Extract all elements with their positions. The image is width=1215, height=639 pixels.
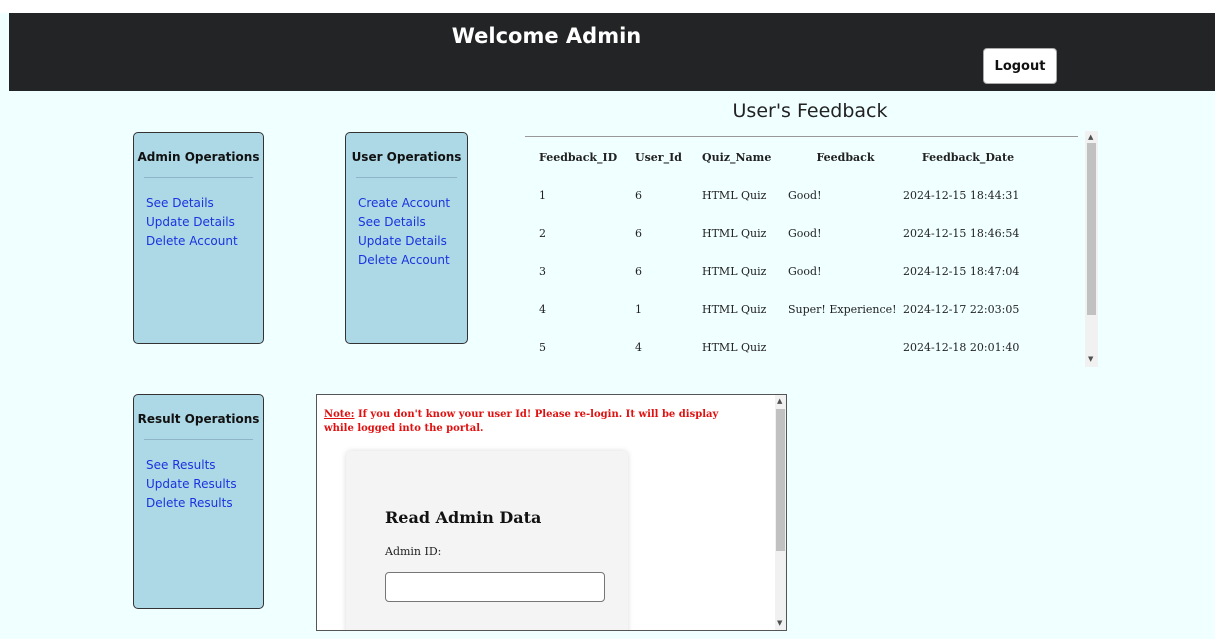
header-bar: Welcome Admin Logout	[9, 13, 1215, 91]
cell-feedback-id: 4	[539, 302, 546, 316]
cell-feedback: Good!	[788, 264, 822, 278]
scroll-down-arrow-icon[interactable]: ▼	[777, 620, 782, 627]
divider	[144, 177, 253, 178]
admin-see-details-link[interactable]: See Details	[134, 194, 263, 213]
cell-feedback-date: 2024-12-17 22:03:05	[903, 302, 1020, 316]
scroll-up-arrow-icon[interactable]: ▲	[1088, 134, 1093, 141]
note-label: Note:	[324, 409, 355, 420]
feedback-table: Feedback_ID User_Id Quiz_Name Feedback F…	[525, 138, 1033, 366]
col-feedback: Feedback	[816, 150, 875, 164]
admin-delete-account-link[interactable]: Delete Account	[134, 232, 263, 251]
admin-id-label: Admin ID:	[385, 545, 442, 558]
admin-operations-title: Admin Operations	[137, 150, 260, 164]
cell-feedback: Good!	[788, 188, 822, 202]
read-admin-card: Read Admin Data Admin ID:	[346, 451, 628, 630]
cell-feedback-id: 5	[539, 340, 546, 354]
delete-results-link[interactable]: Delete Results	[134, 494, 263, 513]
table-header-row: Feedback_ID User_Id Quiz_Name Feedback F…	[525, 138, 1033, 176]
result-operations-title: Result Operations	[137, 412, 260, 426]
top-strip	[0, 0, 1215, 13]
col-user-id: User_Id	[635, 150, 682, 164]
form-title: Read Admin Data	[385, 508, 542, 527]
admin-operations-panel: Admin Operations See Details Update Deta…	[133, 132, 264, 344]
see-results-link[interactable]: See Results	[134, 456, 263, 475]
scrollbar-thumb[interactable]	[1087, 143, 1096, 315]
cell-feedback-date: 2024-12-15 18:44:31	[903, 188, 1020, 202]
table-row: 3 6 HTML Quiz Good! 2024-12-15 18:47:04	[525, 252, 1033, 290]
cell-feedback-date: 2024-12-18 20:01:40	[903, 340, 1020, 354]
cell-quiz-name: HTML Quiz	[702, 188, 767, 202]
cell-feedback: Super! Experience!	[788, 302, 897, 316]
user-create-account-link[interactable]: Create Account	[346, 194, 467, 213]
feedback-table-container: Feedback_ID User_Id Quiz_Name Feedback F…	[525, 138, 1078, 368]
col-feedback-id: Feedback_ID	[539, 150, 618, 164]
result-operations-panel: Result Operations See Results Update Res…	[133, 394, 264, 609]
table-row: 5 4 HTML Quiz 2024-12-18 20:01:40	[525, 328, 1033, 366]
scroll-down-arrow-icon[interactable]: ▼	[1088, 356, 1093, 363]
logout-button[interactable]: Logout	[983, 48, 1057, 84]
cell-user-id: 4	[635, 340, 642, 354]
cell-user-id: 6	[635, 188, 642, 202]
read-admin-panel: Note: If you don't know your user Id! Pl…	[316, 394, 787, 631]
cell-feedback-id: 3	[539, 264, 546, 278]
cell-feedback	[788, 328, 903, 366]
scroll-up-arrow-icon[interactable]: ▲	[777, 398, 782, 405]
user-operations-title: User Operations	[351, 150, 462, 164]
cell-feedback: Good!	[788, 226, 822, 240]
note-message: If you don't know your user Id! Please r…	[324, 409, 719, 434]
cell-feedback-id: 2	[539, 226, 546, 240]
note-text: Note: If you don't know your user Id! Pl…	[324, 408, 744, 436]
user-operations-panel: User Operations Create Account See Detai…	[345, 132, 468, 344]
divider	[356, 177, 457, 178]
page-title: Welcome Admin	[451, 24, 642, 48]
table-row: 1 6 HTML Quiz Good! 2024-12-15 18:44:31	[525, 176, 1033, 214]
cell-quiz-name: HTML Quiz	[702, 302, 767, 316]
col-feedback-date: Feedback_Date	[921, 150, 1015, 164]
cell-quiz-name: HTML Quiz	[702, 340, 767, 354]
cell-feedback-date: 2024-12-15 18:46:54	[903, 226, 1020, 240]
cell-feedback-date: 2024-12-15 18:47:04	[903, 264, 1020, 278]
cell-user-id: 6	[635, 226, 642, 240]
panel-scrollbar[interactable]: ▲ ▼	[775, 395, 786, 630]
feedback-title: User's Feedback	[732, 100, 888, 122]
feedback-scrollbar[interactable]: ▲ ▼	[1085, 131, 1098, 367]
user-delete-account-link[interactable]: Delete Account	[346, 251, 467, 270]
user-see-details-link[interactable]: See Details	[346, 213, 467, 232]
cell-feedback-id: 1	[539, 188, 546, 202]
admin-update-details-link[interactable]: Update Details	[134, 213, 263, 232]
table-row: 2 6 HTML Quiz Good! 2024-12-15 18:46:54	[525, 214, 1033, 252]
update-results-link[interactable]: Update Results	[134, 475, 263, 494]
cell-user-id: 6	[635, 264, 642, 278]
divider	[144, 439, 253, 440]
feedback-divider	[525, 136, 1078, 137]
cell-quiz-name: HTML Quiz	[702, 264, 767, 278]
admin-id-input[interactable]	[385, 572, 605, 602]
table-row: 4 1 HTML Quiz Super! Experience! 2024-12…	[525, 290, 1033, 328]
cell-user-id: 1	[635, 302, 642, 316]
col-quiz-name: Quiz_Name	[702, 150, 772, 164]
cell-quiz-name: HTML Quiz	[702, 226, 767, 240]
scrollbar-thumb[interactable]	[776, 409, 785, 551]
user-update-details-link[interactable]: Update Details	[346, 232, 467, 251]
